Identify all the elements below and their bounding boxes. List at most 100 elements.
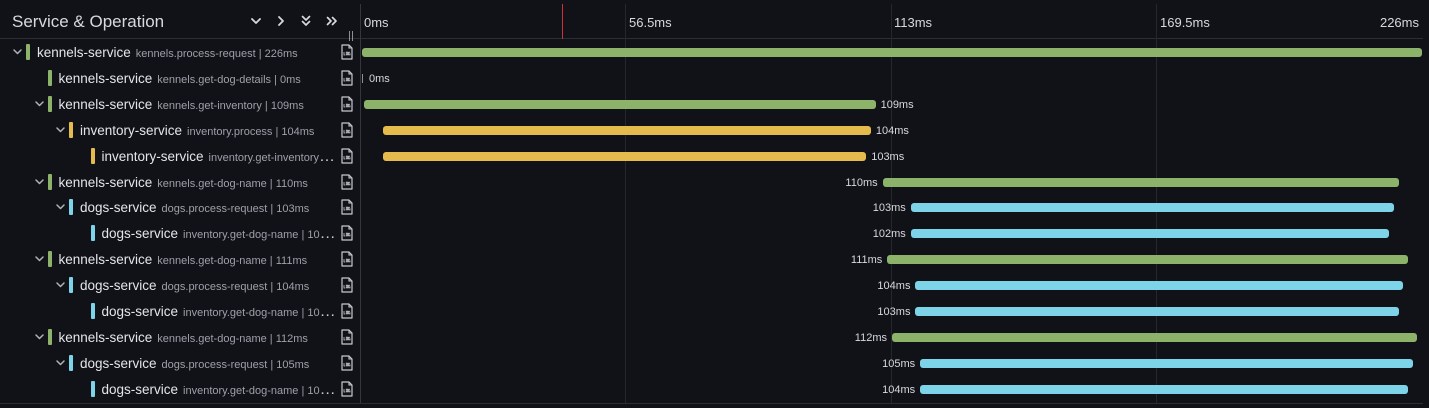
span-name[interactable]: kennels-service kennels.get-dog-name | 11…	[59, 251, 338, 269]
column-resize-handle[interactable]	[348, 28, 354, 41]
span-name[interactable]: inventory-service inventory.get-inventory…	[102, 148, 338, 166]
span-bar[interactable]	[920, 358, 1413, 368]
service-color-indicator	[47, 95, 52, 112]
span-row[interactable]: kennels-service kennels.get-dog-name | 11…	[0, 169, 1423, 195]
collapse-all-icon[interactable]	[324, 13, 340, 29]
span-row[interactable]: kennels-service kennels.get-dog-name | 11…	[0, 324, 1423, 350]
logs-icon[interactable]	[340, 329, 354, 345]
span-name[interactable]: dogs-service dogs.process-request | 105ms	[80, 355, 337, 373]
span-duration-label: 104ms	[877, 280, 911, 293]
span-row[interactable]: dogs-service dogs.process-request | 104ms…	[0, 272, 1423, 298]
span-bar[interactable]	[383, 125, 871, 135]
service-name: dogs-service	[101, 304, 179, 319]
chevron-down-icon[interactable]	[55, 201, 66, 212]
span-row[interactable]: inventory-service inventory.get-inventory…	[0, 143, 1423, 169]
chevron-down-icon[interactable]	[34, 176, 45, 187]
operation-name: dogs.process-request | 103ms	[161, 203, 310, 216]
service-color-indicator	[69, 277, 73, 294]
span-name[interactable]: kennels-service kennels.get-dog-details |…	[59, 70, 338, 88]
logs-icon[interactable]	[340, 70, 354, 86]
span-bar[interactable]	[910, 229, 1390, 239]
logs-icon[interactable]	[340, 225, 354, 241]
span-name[interactable]: kennels-service kennels.process-request |…	[37, 44, 337, 62]
span-bar[interactable]	[915, 307, 1399, 316]
logs-icon[interactable]	[340, 96, 354, 112]
expand-all-icon[interactable]	[298, 13, 314, 29]
span-bar[interactable]	[362, 48, 1422, 57]
logs-icon[interactable]	[340, 251, 354, 267]
span-row[interactable]: dogs-service dogs.process-request | 103ms…	[0, 194, 1423, 220]
span-name[interactable]: kennels-service kennels.get-inventory | 1…	[59, 96, 338, 114]
span-name[interactable]: dogs-service inventory.get-dog-name | 103…	[102, 303, 338, 321]
operation-name: inventory.get-inventory | 103ms	[208, 151, 337, 164]
span-row[interactable]: dogs-service inventory.get-dog-name | 103…	[0, 298, 1423, 324]
chevron-down-icon[interactable]	[12, 46, 23, 57]
logs-icon[interactable]	[340, 147, 354, 164]
logs-icon[interactable]	[340, 277, 354, 293]
service-color-indicator	[69, 199, 73, 216]
time-cursor[interactable]	[562, 4, 563, 39]
collapse-one-level-icon[interactable]	[273, 13, 289, 29]
span-name[interactable]: kennels-service kennels.get-dog-name | 11…	[59, 329, 338, 347]
service-name: dogs-service	[80, 355, 157, 371]
service-color-indicator	[47, 69, 52, 86]
span-bar[interactable]	[887, 255, 1408, 265]
column-title: Service & Operation	[12, 12, 165, 31]
logs-icon[interactable]	[340, 44, 354, 60]
chevron-down-icon[interactable]	[55, 124, 66, 135]
span-bar[interactable]	[362, 73, 364, 83]
operation-name: dogs.process-request | 104ms	[161, 281, 310, 294]
span-row[interactable]: kennels-service kennels.get-dog-name | 11…	[0, 246, 1423, 272]
chevron-down-icon[interactable]	[34, 331, 45, 342]
span-bar[interactable]	[920, 384, 1408, 394]
tick-divider	[891, 4, 892, 39]
service-name: dogs-service	[80, 278, 157, 294]
span-bar[interactable]	[383, 151, 867, 161]
span-name[interactable]: dogs-service inventory.get-dog-name | 102…	[102, 225, 338, 243]
span-row[interactable]: inventory-service inventory.process | 104…	[0, 117, 1423, 143]
operation-name: inventory.get-dog-name | 103ms	[183, 307, 337, 319]
logs-icon[interactable]	[340, 173, 354, 190]
span-duration-label: 103ms	[877, 306, 911, 318]
chevron-down-icon[interactable]	[55, 357, 66, 368]
chevron-down-icon[interactable]	[34, 253, 45, 264]
span-duration-label: 109ms	[880, 98, 914, 111]
logs-icon[interactable]	[340, 199, 354, 215]
logs-icon[interactable]	[340, 381, 354, 397]
operation-name: inventory.process | 104ms	[187, 125, 315, 138]
span-row[interactable]: dogs-service inventory.get-dog-name | 102…	[0, 220, 1423, 246]
span-row[interactable]: kennels-service kennels.get-inventory | 1…	[0, 91, 1423, 117]
tick-divider	[1156, 4, 1157, 39]
expand-one-level-icon[interactable]	[248, 13, 264, 29]
span-name[interactable]: inventory-service inventory.process | 104…	[80, 122, 337, 140]
tick-label-3: 169.5ms	[1160, 15, 1210, 30]
service-color-indicator	[69, 354, 73, 371]
span-name[interactable]: dogs-service dogs.process-request | 104ms	[80, 277, 337, 295]
service-name: inventory-service	[101, 148, 204, 164]
span-row[interactable]: dogs-service dogs.process-request | 105ms…	[0, 350, 1423, 376]
span-bar[interactable]	[882, 177, 1399, 187]
span-bar[interactable]	[364, 99, 876, 109]
span-name[interactable]: dogs-service dogs.process-request | 103ms	[80, 199, 337, 217]
span-row[interactable]: kennels-service kennels.process-request |…	[0, 39, 1423, 65]
logs-icon[interactable]	[340, 355, 354, 371]
span-row[interactable]: dogs-service inventory.get-dog-name | 104…	[0, 376, 1423, 402]
logs-icon[interactable]	[340, 303, 354, 319]
chevron-down-icon[interactable]	[55, 279, 66, 290]
operation-name: kennels.get-dog-details | 0ms	[157, 73, 301, 86]
span-duration-label: 102ms	[872, 228, 906, 241]
span-bar[interactable]	[892, 332, 1418, 342]
span-name[interactable]: kennels-service kennels.get-dog-name | 11…	[59, 174, 338, 192]
service-color-indicator	[26, 44, 30, 60]
service-name: inventory-service	[80, 122, 183, 138]
span-bar[interactable]	[910, 203, 1394, 213]
span-row[interactable]: kennels-service kennels.get-dog-details |…	[0, 65, 1423, 91]
span-bar[interactable]	[915, 281, 1404, 291]
span-duration-label: 0ms	[369, 72, 390, 85]
span-duration-label: 103ms	[871, 150, 905, 163]
service-color-indicator	[69, 121, 73, 138]
service-name: dogs-service	[80, 200, 157, 216]
span-name[interactable]: dogs-service inventory.get-dog-name | 104…	[102, 381, 338, 399]
chevron-down-icon[interactable]	[34, 98, 45, 109]
logs-icon[interactable]	[340, 122, 354, 138]
